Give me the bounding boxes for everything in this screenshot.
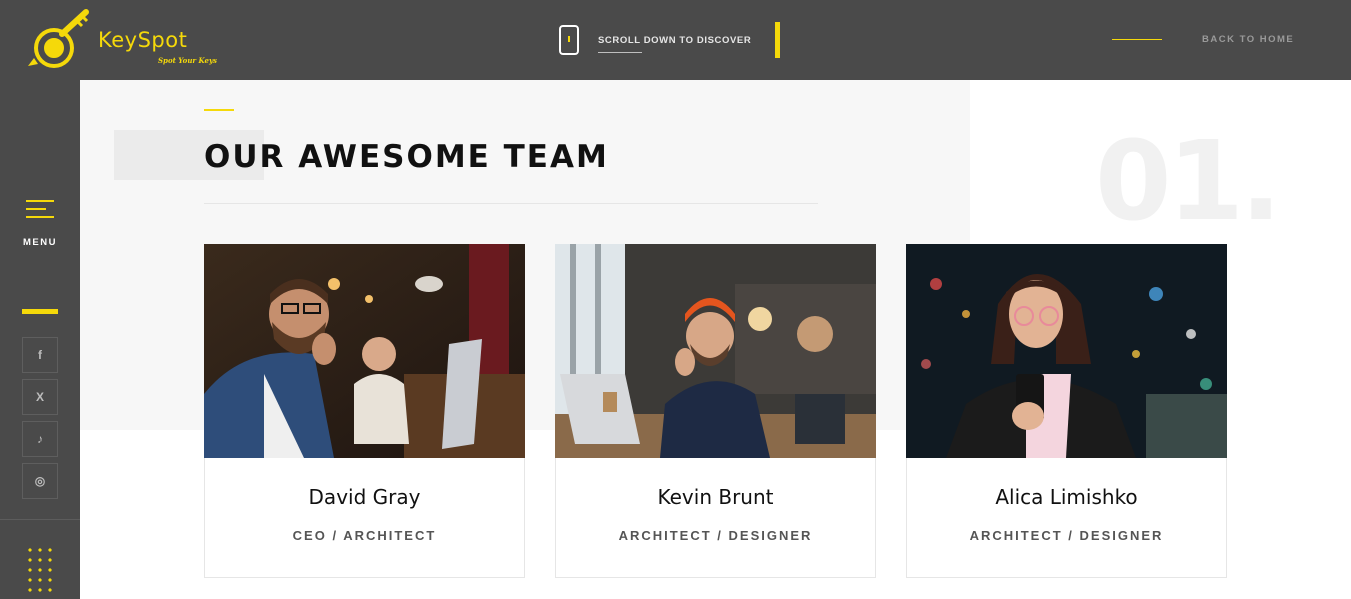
scroll-underline: [598, 52, 642, 53]
section-title: OUR AWESOME TEAM: [204, 139, 609, 175]
scroll-down-label: SCROLL DOWN TO DISCOVER: [598, 35, 752, 46]
title-accent-line: [204, 109, 234, 111]
team-card[interactable]: David Gray CEO / ARCHITECT: [204, 244, 525, 578]
logo-tagline: Spot Your Keys: [158, 56, 217, 65]
x-icon[interactable]: X: [22, 379, 58, 415]
team-member-photo: [906, 244, 1227, 458]
hamburger-menu-icon[interactable]: [26, 200, 54, 220]
keyspot-logo[interactable]: KeySpot Spot Your Keys: [24, 6, 224, 76]
team-member-name: Kevin Brunt: [657, 485, 774, 509]
team-member-role: CEO / ARCHITECT: [292, 528, 437, 543]
team-member-role: ARCHITECT / DESIGNER: [969, 528, 1164, 543]
team-member-name: David Gray: [308, 485, 421, 509]
decorative-dots: [25, 545, 57, 595]
facebook-icon[interactable]: f: [22, 337, 58, 373]
title-divider: [204, 203, 818, 204]
section-number: 01.: [1095, 117, 1282, 245]
sidebar-divider: [0, 519, 80, 520]
scroll-down-indicator[interactable]: SCROLL DOWN TO DISCOVER: [559, 24, 789, 58]
instagram-icon[interactable]: ◎: [22, 463, 58, 499]
mouse-icon: [559, 25, 579, 55]
team-member-photo: [555, 244, 876, 458]
sidebar-accent-bar: [22, 309, 58, 314]
team-card[interactable]: Alica Limishko ARCHITECT / DESIGNER: [906, 244, 1227, 578]
logo-name: KeySpot: [98, 28, 188, 52]
header-accent-bar: [775, 22, 780, 58]
team-member-name: Alica Limishko: [995, 485, 1138, 509]
team-card[interactable]: Kevin Brunt ARCHITECT / DESIGNER: [555, 244, 876, 578]
top-header: KeySpot Spot Your Keys SCROLL DOWN TO DI…: [0, 0, 1351, 80]
back-home-line: [1112, 39, 1162, 40]
team-member-role: ARCHITECT / DESIGNER: [618, 528, 813, 543]
tiktok-icon[interactable]: ♪: [22, 421, 58, 457]
team-member-photo: [204, 244, 525, 458]
back-to-home-link[interactable]: BACK TO HOME: [1202, 34, 1294, 45]
menu-label[interactable]: MENU: [0, 237, 80, 248]
left-sidebar: MENU f X ♪ ◎: [0, 80, 80, 599]
